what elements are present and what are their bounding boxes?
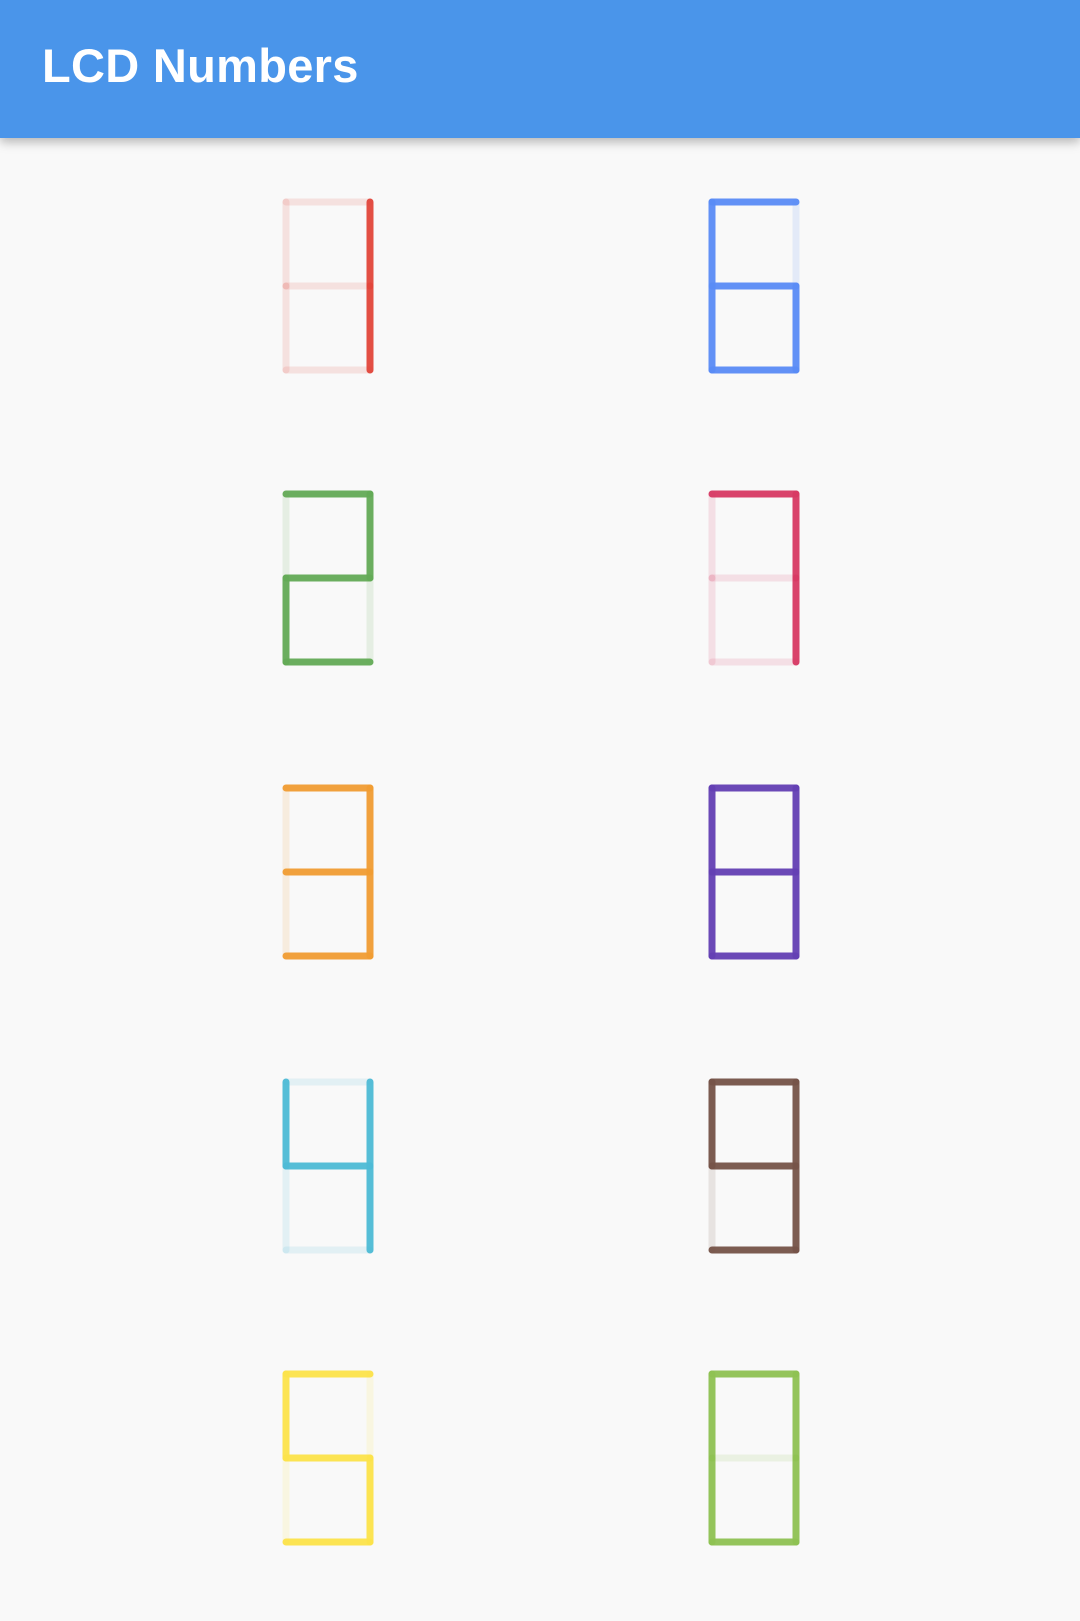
lcd-digit-9 bbox=[706, 1076, 802, 1256]
lcd-digit-2 bbox=[280, 488, 376, 668]
app-title: LCD Numbers bbox=[42, 39, 359, 92]
lcd-digit-3 bbox=[280, 782, 376, 962]
digit-grid bbox=[0, 138, 1080, 1621]
lcd-digit-5 bbox=[280, 1368, 376, 1548]
lcd-digit-7 bbox=[706, 488, 802, 668]
lcd-digit-8 bbox=[706, 782, 802, 962]
lcd-digit-1 bbox=[282, 196, 376, 376]
lcd-digit-0 bbox=[706, 1368, 802, 1548]
app-bar: LCD Numbers bbox=[0, 0, 1080, 138]
lcd-digit-6 bbox=[706, 196, 802, 376]
lcd-digit-4 bbox=[280, 1076, 376, 1256]
